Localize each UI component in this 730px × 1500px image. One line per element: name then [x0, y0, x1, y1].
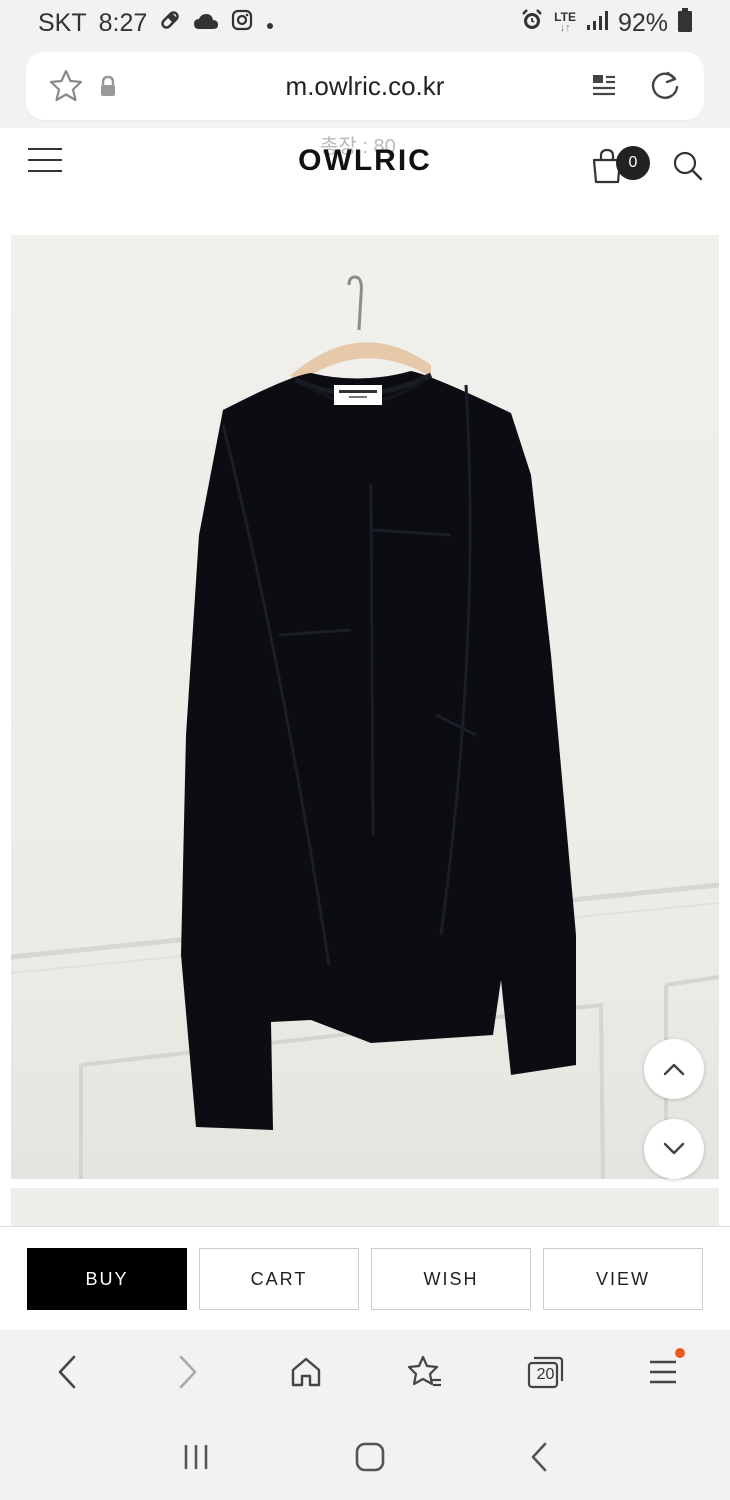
scroll-up-button[interactable]	[644, 1039, 704, 1099]
back-button[interactable]	[38, 1342, 98, 1402]
cart-button[interactable]: CART	[199, 1248, 359, 1310]
reader-mode-icon[interactable]	[590, 72, 618, 100]
product-content	[0, 218, 730, 1230]
page: SKT 8:27 LTE ↓↑ 92% m.owlric.co.kr 총장: …	[0, 0, 730, 1500]
reload-icon[interactable]	[648, 69, 682, 103]
network-indicator: LTE ↓↑	[554, 10, 576, 34]
home-button[interactable]	[276, 1342, 336, 1402]
chevron-up-icon	[663, 1063, 685, 1076]
bookmark-star-icon[interactable]	[48, 68, 84, 104]
product-image[interactable]	[11, 235, 719, 1179]
bookmarks-icon	[407, 1355, 441, 1387]
system-navigation-bar	[0, 1414, 730, 1500]
site-header: 총장 : 80 OWLRIC 0	[0, 128, 730, 218]
recent-apps-icon[interactable]	[181, 1442, 211, 1472]
instagram-icon	[231, 9, 253, 38]
view-button[interactable]: VIEW	[543, 1248, 703, 1310]
status-bar: SKT 8:27 LTE ↓↑ 92%	[0, 0, 730, 46]
clock: 8:27	[98, 8, 148, 37]
product-action-bar: BUY CART WISH VIEW	[0, 1226, 730, 1330]
alarm-icon	[520, 8, 544, 39]
back-icon	[58, 1355, 75, 1389]
forward-icon	[179, 1355, 196, 1389]
cart-count-badge: 0	[616, 146, 650, 180]
forward-button[interactable]	[157, 1342, 217, 1402]
browser-menu-button[interactable]	[633, 1342, 693, 1402]
battery-icon	[678, 7, 692, 39]
menu-icon	[649, 1360, 676, 1384]
bookmarks-button[interactable]	[395, 1342, 455, 1402]
carrier-label: SKT	[38, 8, 87, 37]
lock-icon	[98, 75, 118, 97]
scroll-down-button[interactable]	[644, 1119, 704, 1179]
tabs-count: 20	[536, 1366, 555, 1383]
chevron-down-icon	[663, 1142, 685, 1155]
buy-button[interactable]: BUY	[27, 1248, 187, 1310]
pill-icon	[159, 9, 181, 38]
signal-icon	[586, 9, 608, 38]
address-bar[interactable]: m.owlric.co.kr	[26, 52, 704, 120]
battery-percent: 92%	[617, 8, 668, 37]
dot-icon	[265, 9, 275, 38]
product-image-secondary[interactable]	[11, 1188, 719, 1230]
home-icon	[291, 1357, 320, 1387]
home-button-icon[interactable]	[354, 1441, 386, 1473]
search-icon[interactable]	[672, 150, 704, 187]
browser-bottom-bar: 20	[0, 1330, 730, 1414]
wish-button[interactable]: WISH	[371, 1248, 531, 1310]
notification-dot	[674, 1348, 685, 1358]
back-button-icon[interactable]	[529, 1441, 549, 1473]
cloud-icon	[193, 9, 219, 38]
tabs-button[interactable]: 20	[514, 1342, 574, 1402]
